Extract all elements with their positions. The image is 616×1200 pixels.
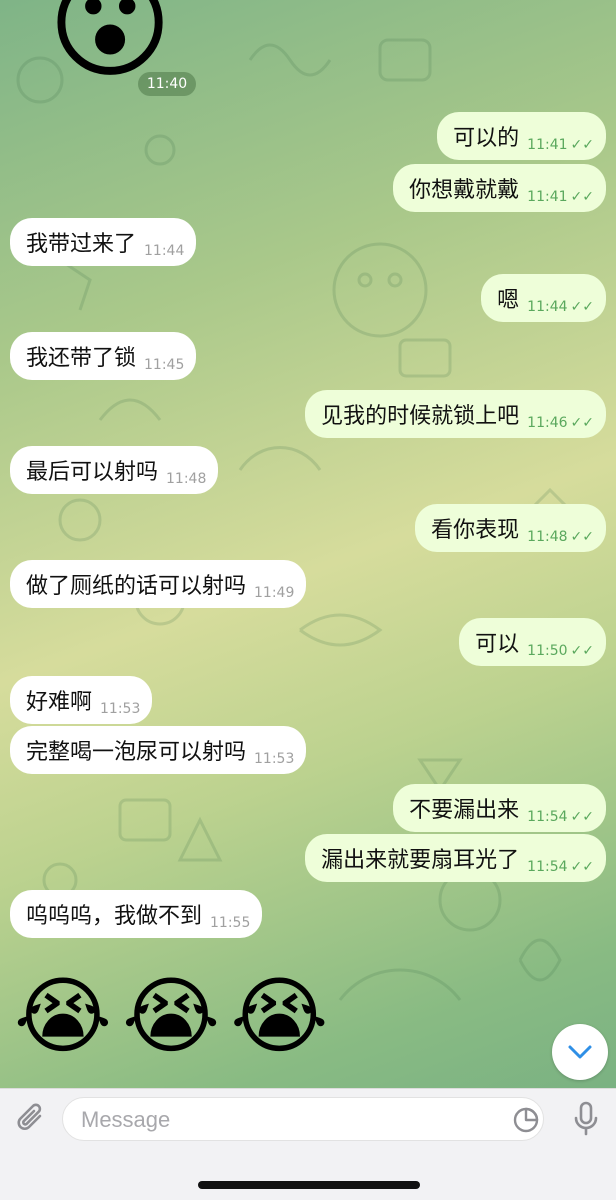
message-time: 11:54 — [527, 859, 568, 875]
scroll-to-bottom-button[interactable] — [552, 1024, 608, 1080]
microphone-button[interactable] — [568, 1101, 604, 1137]
message-text: 嗯 — [497, 288, 520, 313]
message-meta: 11:44 — [144, 243, 184, 259]
sticker-icon — [513, 1107, 539, 1133]
message-meta: 11:53 — [100, 701, 140, 717]
message-text: 做了厕纸的话可以射吗 — [26, 574, 247, 599]
message-text: 我带过来了 — [26, 232, 137, 257]
message-text: 好难啊 — [26, 690, 93, 715]
message-time: 11:41 — [527, 189, 568, 205]
home-indicator — [198, 1181, 420, 1189]
message-time: 11:55 — [210, 915, 251, 931]
message-bubble-incoming[interactable]: 好难啊 11:53 — [10, 676, 153, 724]
crying-emoji: 😭 — [122, 967, 221, 1065]
microphone-icon — [574, 1101, 598, 1136]
message-meta: 11:54 ✓✓ — [527, 809, 594, 825]
message-bubble-outgoing[interactable]: 漏出来就要扇耳光了 11:54 ✓✓ — [305, 834, 606, 882]
crying-emoji: 😭 — [14, 967, 113, 1065]
message-text: 可以 — [475, 632, 520, 657]
message-bubble-incoming[interactable]: 我还带了锁 11:45 — [10, 332, 197, 380]
message-bubble-outgoing[interactable]: 见我的时候就锁上吧 11:46 ✓✓ — [305, 390, 606, 438]
message-time: 11:49 — [254, 585, 295, 601]
message-text: 看你表现 — [431, 518, 520, 543]
message-bubble-incoming[interactable]: 完整喝一泡尿可以射吗 11:53 — [10, 726, 307, 774]
message-text: 完整喝一泡尿可以射吗 — [26, 740, 247, 765]
emoji-time-pill: 11:40 — [138, 72, 196, 96]
message-meta: 11:46 ✓✓ — [527, 415, 594, 431]
message-text: 呜呜呜，我做不到 — [26, 904, 203, 929]
message-bubble-incoming[interactable]: 做了厕纸的话可以射吗 11:49 — [10, 560, 307, 608]
sticker-button[interactable] — [511, 1106, 541, 1134]
message-meta: 11:44 ✓✓ — [527, 299, 594, 315]
message-time: 11:50 — [527, 643, 568, 659]
message-input[interactable] — [79, 1098, 483, 1142]
message-meta: 11:41 ✓✓ — [527, 137, 594, 153]
message-bubble-incoming[interactable]: 呜呜呜，我做不到 11:55 — [10, 890, 263, 938]
double-check-icon: ✓✓ — [570, 643, 594, 659]
message-text: 漏出来就要扇耳光了 — [321, 848, 520, 873]
message-meta: 11:48 — [166, 471, 206, 487]
message-bubble-outgoing[interactable]: 可以的 11:41 ✓✓ — [437, 112, 606, 160]
message-text: 我还带了锁 — [26, 346, 137, 371]
attach-button[interactable] — [12, 1099, 52, 1139]
crying-emoji-message[interactable]: 😭 😭 😭 — [14, 967, 328, 1065]
message-time: 11:53 — [100, 701, 141, 717]
message-time: 11:48 — [527, 529, 568, 545]
message-meta: 11:50 ✓✓ — [527, 643, 594, 659]
message-meta: 11:48 ✓✓ — [527, 529, 594, 545]
message-meta: 11:49 — [254, 585, 294, 601]
message-time: 11:46 — [527, 415, 568, 431]
crying-emoji: 😭 — [230, 967, 329, 1065]
message-input-wrapper — [62, 1097, 544, 1142]
chevron-down-icon — [568, 1045, 592, 1059]
double-check-icon: ✓✓ — [570, 415, 594, 431]
message-bubble-outgoing[interactable]: 不要漏出来 11:54 ✓✓ — [393, 784, 606, 832]
paperclip-icon — [17, 1103, 42, 1130]
message-time: 11:45 — [144, 357, 185, 373]
message-meta: 11:45 — [144, 357, 184, 373]
composer-bar — [0, 1088, 616, 1200]
message-bubble-outgoing[interactable]: 嗯 11:44 ✓✓ — [481, 274, 606, 322]
message-time: 11:54 — [527, 809, 568, 825]
double-check-icon: ✓✓ — [570, 859, 594, 875]
message-meta: 11:53 — [254, 751, 294, 767]
message-meta: 11:41 ✓✓ — [527, 189, 594, 205]
message-meta: 11:55 — [210, 915, 250, 931]
message-bubble-outgoing[interactable]: 你想戴就戴 11:41 ✓✓ — [393, 164, 606, 212]
message-text: 可以的 — [453, 126, 520, 151]
message-time: 11:53 — [254, 751, 295, 767]
chat-area: 😮 11:40 可以的 11:41 ✓✓ 你想戴就戴 11:41 ✓✓ 我带过来… — [0, 0, 616, 1090]
message-time: 11:48 — [166, 471, 207, 487]
message-bubble-incoming[interactable]: 最后可以射吗 11:48 — [10, 446, 219, 494]
message-bubble-incoming[interactable]: 我带过来了 11:44 — [10, 218, 197, 266]
message-meta: 11:54 ✓✓ — [527, 859, 594, 875]
double-check-icon: ✓✓ — [570, 529, 594, 545]
message-time: 11:41 — [527, 137, 568, 153]
message-text: 见我的时候就锁上吧 — [321, 404, 520, 429]
double-check-icon: ✓✓ — [570, 809, 594, 825]
message-time: 11:44 — [527, 299, 568, 315]
double-check-icon: ✓✓ — [570, 299, 594, 315]
double-check-icon: ✓✓ — [570, 189, 594, 205]
message-text: 不要漏出来 — [409, 798, 520, 823]
message-time: 11:44 — [144, 243, 185, 259]
message-text: 你想戴就戴 — [409, 178, 520, 203]
double-check-icon: ✓✓ — [570, 137, 594, 153]
message-bubble-outgoing[interactable]: 看你表现 11:48 ✓✓ — [415, 504, 606, 552]
message-bubble-outgoing[interactable]: 可以 11:50 ✓✓ — [459, 618, 606, 666]
message-text: 最后可以射吗 — [26, 460, 159, 485]
